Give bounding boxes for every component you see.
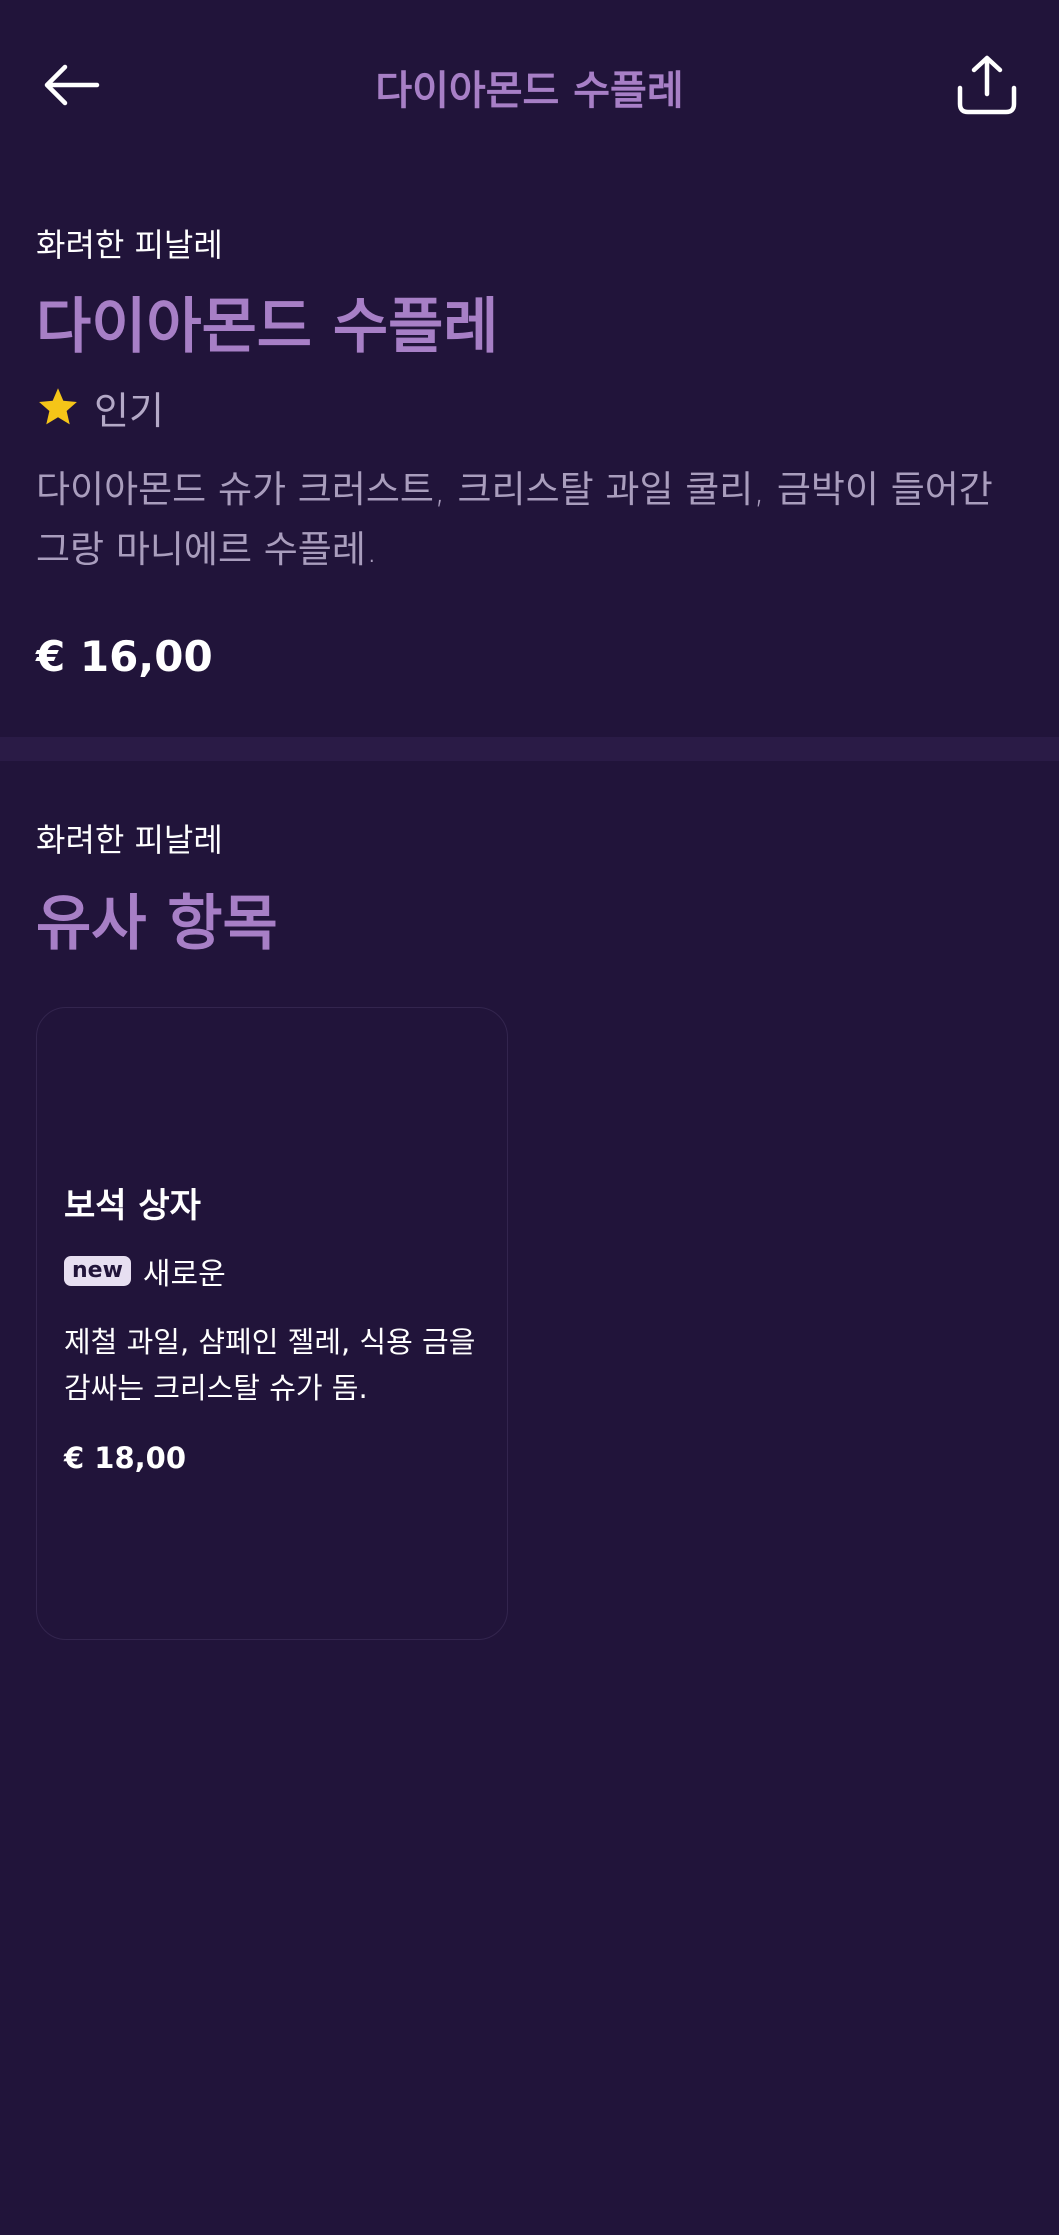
tag-label: 인기	[94, 388, 164, 433]
card-tag: new 새로운	[64, 1249, 484, 1293]
item-title: 다이아몬드 수플레	[36, 292, 499, 362]
item-category: 화려한 피날레	[36, 226, 223, 264]
header-title: 다이아몬드 수플레	[375, 68, 684, 114]
new-badge: new	[64, 1256, 131, 1286]
similar-title: 유사 항목	[36, 889, 278, 959]
similar-item-card[interactable]: 보석 상자 new 새로운 제철 과일, 샴페인 젤레, 식용 금을 감싸는 크…	[36, 1007, 508, 1640]
card-tag-label: 새로운	[142, 1257, 226, 1292]
card-title: 보석 상자	[64, 1186, 201, 1226]
share-icon	[957, 55, 1017, 115]
item-detail: 화려한 피날레 다이아몬드 수플레 인기 다이아몬드 슈가 크러스트, 크리스탈…	[36, 220, 1026, 681]
top-app-bar: 다이아몬드 수플레	[0, 0, 1059, 170]
item-price: € 16,00	[36, 632, 213, 681]
card-body: 보석 상자 new 새로운 제철 과일, 샴페인 젤레, 식용 금을 감싸는 크…	[64, 1178, 484, 1475]
card-price: € 18,00	[64, 1441, 187, 1475]
star-icon	[39, 388, 77, 425]
section-divider	[0, 737, 1059, 761]
card-description: 제철 과일, 샴페인 젤레, 식용 금을 감싸는 크리스탈 슈가 돔.	[64, 1325, 476, 1405]
similar-section: 화려한 피날레 유사 항목	[36, 815, 1026, 957]
item-description: 다이아몬드 슈가 크러스트, 크리스탈 과일 쿨리, 금박이 들어간 그랑 마니…	[36, 468, 993, 571]
similar-category: 화려한 피날레	[36, 821, 223, 859]
share-button[interactable]	[950, 48, 1024, 122]
popular-tag: 인기	[36, 382, 1026, 433]
